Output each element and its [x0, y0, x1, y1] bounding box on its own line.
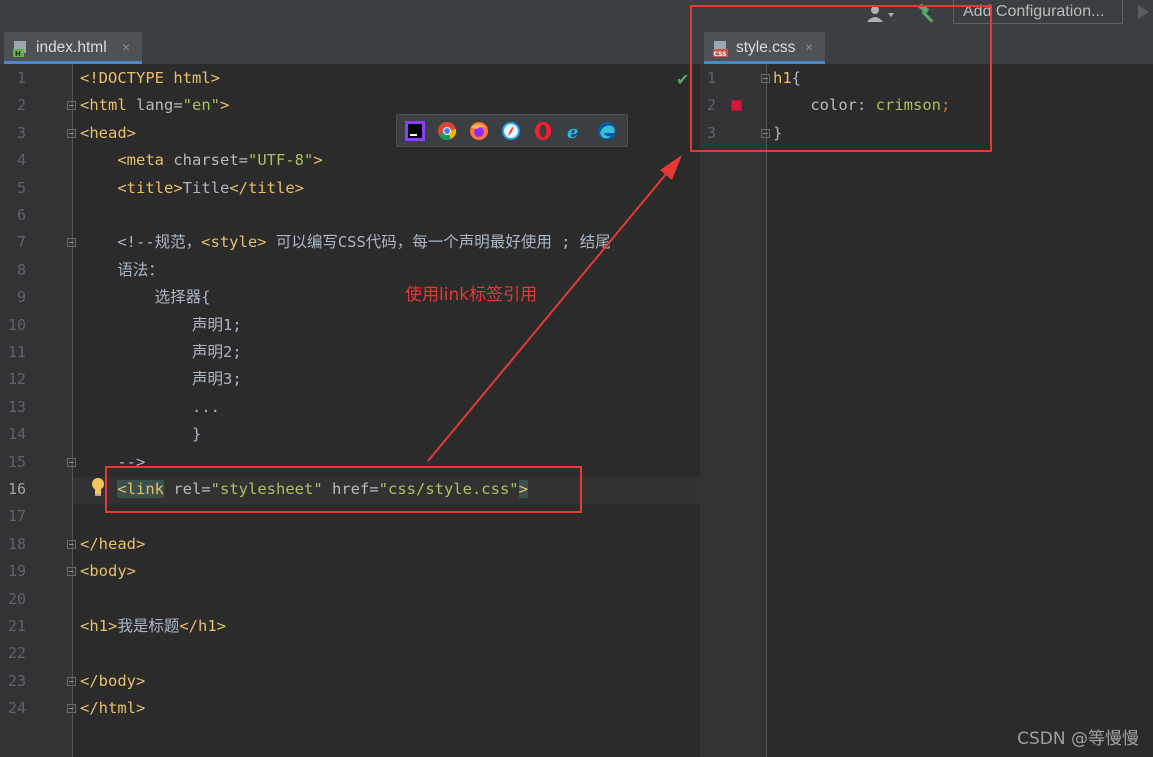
annotation-arrow: [427, 155, 682, 462]
watermark: CSDN @等慢慢: [1017, 729, 1139, 749]
